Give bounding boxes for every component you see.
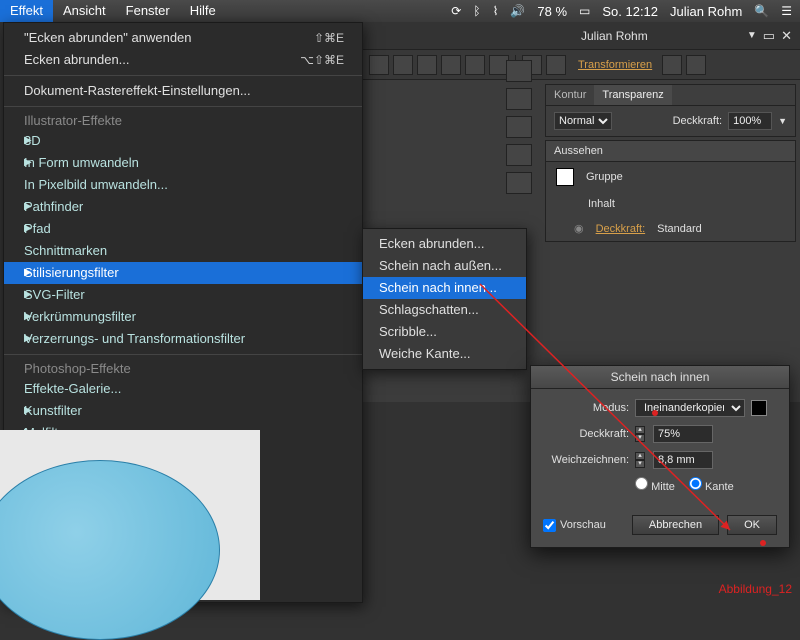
deckkraft-stepper[interactable]: ▴▾ xyxy=(635,426,645,442)
transform-link[interactable]: Transformieren xyxy=(578,59,652,71)
preview-checkbox[interactable]: Vorschau xyxy=(543,519,606,532)
weichzeichnen-stepper[interactable]: ▴▾ xyxy=(635,452,645,468)
notifications-icon[interactable]: ☰ xyxy=(781,4,792,18)
menubar-user: Julian Rohm xyxy=(670,4,742,19)
menu-hilfe[interactable]: Hilfe xyxy=(180,0,226,22)
menu-fenster[interactable]: Fenster xyxy=(116,0,180,22)
misc-icon[interactable] xyxy=(662,55,682,75)
menu-effekt[interactable]: Effekt xyxy=(0,0,53,22)
menu-raster-settings[interactable]: Dokument-Rastereffekt-Einstellungen... xyxy=(4,80,362,102)
dock-icon[interactable] xyxy=(506,144,532,166)
submenu-scribble[interactable]: Scribble... xyxy=(363,321,526,343)
modus-label: Modus: xyxy=(543,402,629,414)
appearance-group: Gruppe xyxy=(586,171,623,183)
window-min-icon[interactable]: ▭ xyxy=(763,28,775,44)
annotation-dot xyxy=(652,410,658,416)
menu-pfad[interactable]: Pfad▶ xyxy=(4,218,362,240)
stilisierungsfilter-submenu: Ecken abrunden... Schein nach außen... S… xyxy=(362,228,527,370)
inner-glow-dialog: Schein nach innen Modus: Ineinanderkopie… xyxy=(530,365,790,548)
control-bar: Transformieren xyxy=(363,50,800,80)
weichzeichnen-label: Weichzeichnen: xyxy=(543,454,629,466)
appearance-title: Aussehen xyxy=(546,141,795,162)
submenu-ecken-abrunden[interactable]: Ecken abrunden... xyxy=(363,233,526,255)
menu-verzerrung[interactable]: Verzerrungs- und Transformationsfilter▶ xyxy=(4,328,362,350)
mac-menubar: Effekt Ansicht Fenster Hilfe ⟳ ᛒ ⌇ 🔊 78 … xyxy=(0,0,800,22)
sync-icon: ⟳ xyxy=(451,4,461,18)
appearance-opacity-value: Standard xyxy=(657,223,702,235)
submenu-schlagschatten[interactable]: Schlagschatten... xyxy=(363,299,526,321)
menu-effekte-galerie[interactable]: Effekte-Galerie... xyxy=(4,378,362,400)
radio-kante[interactable]: Kante xyxy=(689,477,734,493)
menu-svg-filter[interactable]: SVG-Filter▶ xyxy=(4,284,362,306)
menu-schnittmarken[interactable]: Schnittmarken xyxy=(4,240,362,262)
chevron-down-icon[interactable]: ▼ xyxy=(747,30,757,41)
menu-pathfinder[interactable]: Pathfinder▶ xyxy=(4,196,362,218)
figure-caption: Abbildung_12 xyxy=(719,582,792,596)
app-titlebar: Julian Rohm ▼ ▭ ✕ xyxy=(363,22,800,50)
tab-kontur[interactable]: Kontur xyxy=(546,85,594,105)
align-icon-2[interactable] xyxy=(393,55,413,75)
spotlight-icon[interactable]: 🔍 xyxy=(754,4,769,18)
annotation-dot xyxy=(760,540,766,546)
submenu-weiche-kante[interactable]: Weiche Kante... xyxy=(363,343,526,365)
dock-icon[interactable] xyxy=(506,116,532,138)
section-photoshop: Photoshop-Effekte xyxy=(4,359,362,378)
dock-column xyxy=(506,60,536,194)
menu-3d[interactable]: 3D▶ xyxy=(4,130,362,152)
submenu-schein-innen[interactable]: Schein nach innen... xyxy=(363,277,526,299)
tab-transparenz[interactable]: Transparenz xyxy=(594,85,671,105)
menu-ansicht[interactable]: Ansicht xyxy=(53,0,116,22)
menu-stilisierungsfilter[interactable]: Stilisierungsfilter▶ xyxy=(4,262,362,284)
align-icon[interactable] xyxy=(369,55,389,75)
blend-mode-select[interactable]: Normal xyxy=(554,112,612,130)
dock-icon[interactable] xyxy=(506,172,532,194)
dock-icon[interactable] xyxy=(506,60,532,82)
appearance-inhalt: Inhalt xyxy=(588,198,615,210)
transparency-panel: Kontur Transparenz Normal Deckkraft: ▼ xyxy=(545,84,796,137)
battery-percent: 78 % xyxy=(537,4,567,19)
deckkraft-input[interactable] xyxy=(653,425,713,443)
chevron-down-icon[interactable]: ▼ xyxy=(778,116,787,126)
align-icon-5[interactable] xyxy=(465,55,485,75)
weichzeichnen-input[interactable] xyxy=(653,451,713,469)
clock: So. 12:12 xyxy=(602,4,658,19)
menu-pixelbild[interactable]: In Pixelbild umwandeln... xyxy=(4,174,362,196)
radio-mitte[interactable]: Mitte xyxy=(635,477,675,493)
dock-icon[interactable] xyxy=(506,88,532,110)
distribute-icon-2[interactable] xyxy=(546,55,566,75)
menu-verkruemmung[interactable]: Verkrümmungsfilter▶ xyxy=(4,306,362,328)
fill-swatch[interactable] xyxy=(556,168,574,186)
battery-icon: ▭ xyxy=(579,4,590,18)
align-icon-3[interactable] xyxy=(417,55,437,75)
glow-color-swatch[interactable] xyxy=(751,400,767,416)
menu-in-form[interactable]: In Form umwandeln▶ xyxy=(4,152,362,174)
eye-icon[interactable]: ◉ xyxy=(574,222,584,235)
dialog-title: Schein nach innen xyxy=(531,366,789,389)
misc-icon-2[interactable] xyxy=(686,55,706,75)
appearance-panel: Aussehen Gruppe Inhalt ◉ Deckkraft: Stan… xyxy=(545,140,796,242)
window-close-icon[interactable]: ✕ xyxy=(781,28,792,44)
canvas-area xyxy=(0,430,260,600)
submenu-schein-aussen[interactable]: Schein nach außen... xyxy=(363,255,526,277)
menu-kunstfilter[interactable]: Kunstfilter▶ xyxy=(4,400,362,422)
ok-button[interactable]: OK xyxy=(727,515,777,535)
menu-apply-last[interactable]: "Ecken abrunden" anwenden ⇧⌘E xyxy=(4,27,362,49)
bluetooth-icon: ᛒ xyxy=(473,4,480,18)
artwork-shape xyxy=(0,460,220,640)
wifi-icon: ⌇ xyxy=(493,4,499,18)
deckkraft-label: Deckkraft: xyxy=(543,428,629,440)
opacity-input[interactable] xyxy=(728,112,772,130)
volume-icon: 🔊 xyxy=(510,4,525,18)
menu-edit-last[interactable]: Ecken abrunden... ⌥⇧⌘E xyxy=(4,49,362,71)
appearance-opacity-link[interactable]: Deckkraft: xyxy=(596,223,646,235)
align-icon-4[interactable] xyxy=(441,55,461,75)
section-illustrator: Illustrator-Effekte xyxy=(4,111,362,130)
opacity-label: Deckkraft: xyxy=(673,115,723,127)
app-user: Julian Rohm xyxy=(371,29,648,43)
cancel-button[interactable]: Abbrechen xyxy=(632,515,719,535)
